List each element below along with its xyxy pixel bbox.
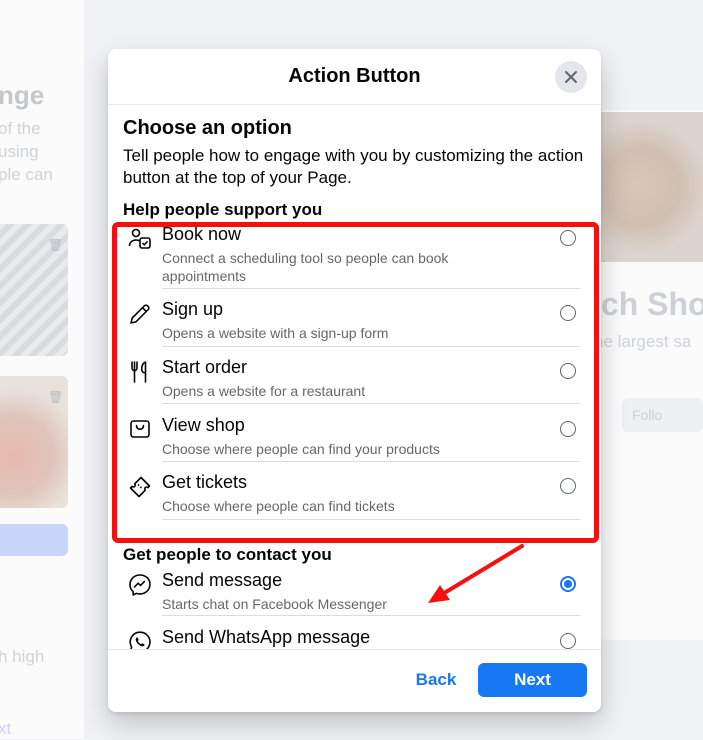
background-cover-photo [600, 112, 703, 262]
background-text-line: ple can [0, 165, 53, 184]
option-book-now[interactable]: Book now Connect a scheduling tool so pe… [123, 224, 588, 284]
group-title-support: Help people support you [123, 200, 323, 219]
option-label: Sign up [162, 299, 224, 319]
option-send-whatsapp[interactable]: Send WhatsApp message [123, 627, 588, 650]
background-heading: nge [0, 80, 45, 110]
radio-sign-up[interactable] [560, 305, 576, 321]
option-send-message[interactable]: Send message Starts chat on Facebook Mes… [123, 570, 588, 614]
action-button-dialog: Action Button Choose an option Tell peop… [108, 49, 601, 712]
dialog-title: Action Button [288, 65, 421, 87]
back-button[interactable]: Back [405, 663, 467, 697]
option-description: Opens a website with a sign-up form [162, 325, 389, 341]
radio-view-shop[interactable] [560, 421, 576, 437]
fork-knife-icon [131, 361, 147, 383]
option-description: Opens a website for a restaurant [162, 383, 366, 399]
dialog-body[interactable]: Choose an option Tell people how to enga… [108, 105, 601, 650]
trash-icon: 🗑 [48, 390, 64, 404]
option-start-order[interactable]: Start order Opens a website for a restau… [123, 357, 588, 401]
option-label: Send message [162, 570, 283, 590]
background-image-card: 🗑 [0, 376, 68, 508]
section-title: Choose an option [123, 117, 292, 139]
calendar-person-icon [128, 228, 151, 249]
background-text-line: of the [0, 119, 41, 138]
pencil-icon [130, 304, 150, 324]
next-button[interactable]: Next [478, 663, 587, 697]
background-page-name: ich Sho [592, 286, 703, 322]
option-view-shop[interactable]: View shop Choose where people can find y… [123, 415, 588, 459]
group-title-contact: Get people to contact you [123, 545, 332, 564]
background-text-line: h high [0, 647, 45, 666]
ticket-icon [129, 476, 151, 498]
divider [162, 615, 580, 616]
option-description: Choose where people can find your produc… [162, 441, 440, 457]
option-label: View shop [162, 415, 245, 435]
option-description: Connect a scheduling tool so people can … [162, 250, 449, 284]
messenger-icon [129, 574, 151, 596]
background-page-subtitle: he largest sa [594, 332, 692, 351]
divider [162, 346, 580, 347]
divider [162, 519, 580, 520]
radio-send-message[interactable] [560, 576, 576, 592]
option-sign-up[interactable]: Sign up Opens a website with a sign-up f… [123, 299, 588, 343]
option-description: Starts chat on Facebook Messenger [162, 596, 387, 612]
background-image-card: 🗑 [0, 224, 68, 356]
section-description: Tell people how to engage with you by cu… [123, 146, 584, 187]
option-label: Get tickets [162, 472, 248, 492]
trash-icon: 🗑 [48, 238, 64, 252]
background-follow-button: Follo [622, 398, 703, 432]
shopping-bag-icon [130, 420, 150, 438]
background-button [0, 524, 68, 556]
background-text-line: using [0, 142, 39, 161]
dialog-footer: Back Next [108, 649, 601, 712]
close-icon [565, 71, 577, 83]
whatsapp-icon [129, 631, 151, 650]
option-label: Book now [162, 224, 242, 244]
option-description: Choose where people can find tickets [162, 498, 395, 514]
radio-send-whatsapp[interactable] [560, 633, 576, 649]
radio-get-tickets[interactable] [560, 478, 576, 494]
option-label: Send WhatsApp message [162, 627, 371, 647]
dialog-header: Action Button [108, 49, 601, 105]
radio-book-now[interactable] [560, 230, 576, 246]
divider [162, 403, 580, 404]
background-link: xt [0, 719, 12, 738]
radio-start-order[interactable] [560, 363, 576, 379]
background-left-panel: nge of the using ple can 🗑 🗑 h high xt [0, 0, 84, 739]
option-label: Start order [162, 357, 248, 377]
close-button[interactable] [555, 61, 587, 93]
option-get-tickets[interactable]: Get tickets Choose where people can find… [123, 472, 588, 516]
divider [162, 461, 580, 462]
divider [162, 288, 580, 289]
